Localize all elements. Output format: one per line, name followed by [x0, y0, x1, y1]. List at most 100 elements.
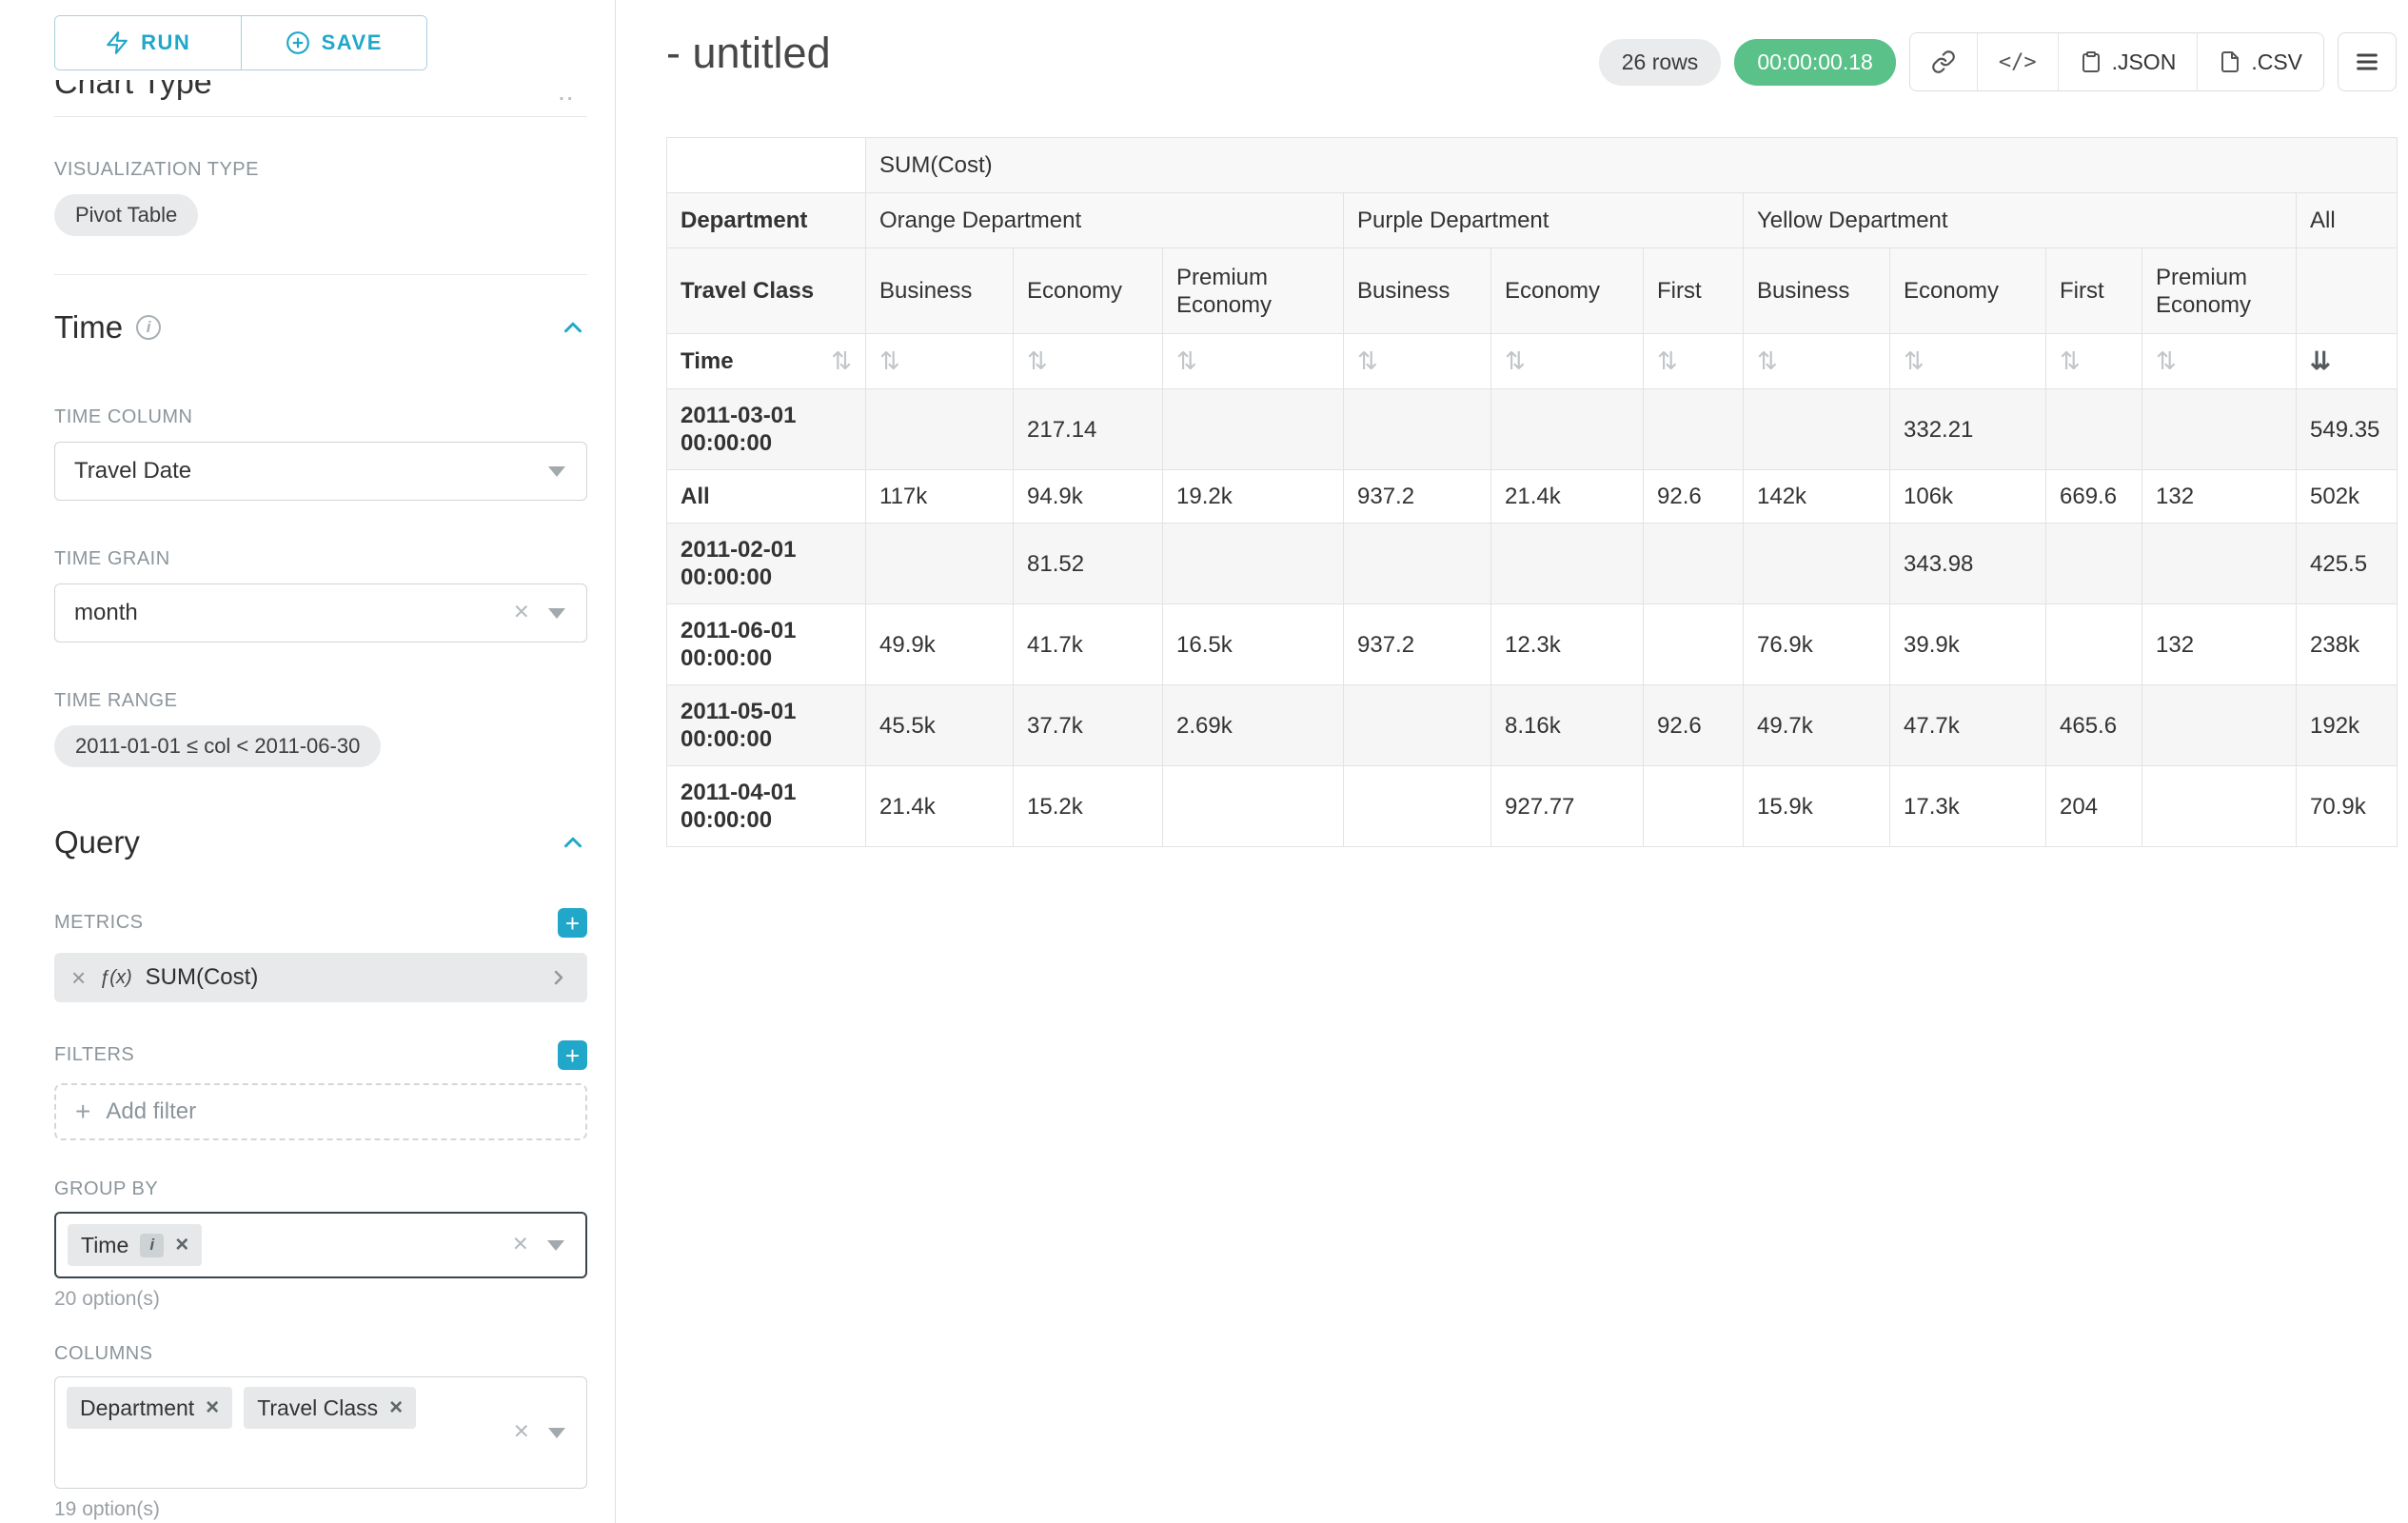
value-cell: 94.9k	[1014, 470, 1163, 524]
value-cell	[2142, 685, 2297, 766]
value-cell: 21.4k	[1491, 470, 1644, 524]
clear-icon[interactable]: ×	[514, 596, 529, 626]
table-row: 2011-06-01 00:00:0049.9k41.7k16.5k937.21…	[667, 604, 2398, 685]
visualization-type-pill[interactable]: Pivot Table	[54, 194, 198, 236]
chart-type-section-header: Chart Type ‥	[54, 80, 586, 109]
time-range-label: TIME RANGE	[54, 690, 586, 712]
sort-icon[interactable]: ⇅	[1027, 346, 1048, 375]
value-cell: 81.52	[1014, 524, 1163, 604]
metric-header-cell: SUM(Cost)	[866, 138, 2398, 193]
value-cell	[2046, 524, 2142, 604]
value-cell	[866, 389, 1014, 470]
value-cell	[1744, 389, 1890, 470]
pivot-table-container: SUM(Cost) Department Orange DepartmentPu…	[666, 137, 2408, 847]
chevron-up-icon[interactable]	[559, 313, 587, 342]
function-icon: ƒ(x)	[99, 967, 131, 989]
time-column-value: Travel Date	[74, 458, 191, 485]
table-row: 2011-02-01 00:00:0081.52343.98425.5	[667, 524, 2398, 604]
collapse-icon[interactable]: ‥	[558, 80, 577, 107]
add-filter-dropzone[interactable]: + Add filter	[54, 1083, 587, 1140]
run-button[interactable]: RUN	[55, 16, 241, 69]
clear-icon[interactable]: ×	[514, 1415, 529, 1446]
chevron-down-icon[interactable]	[548, 1428, 565, 1438]
sort-cell: ⇅	[1344, 334, 1491, 389]
pivot-groups-row: Department Orange DepartmentPurple Depar…	[667, 193, 2398, 248]
export-csv-button[interactable]: .CSV	[2197, 33, 2323, 90]
value-cell	[1344, 389, 1491, 470]
metric-name: SUM(Cost)	[146, 964, 259, 991]
value-cell	[2142, 389, 2297, 470]
subcolumn-header: Business	[866, 248, 1014, 334]
chevron-down-icon[interactable]	[548, 466, 565, 477]
sort-icon[interactable]: ⇅	[1657, 346, 1678, 375]
sort-icon[interactable]: ⇅	[1757, 346, 1778, 375]
query-section-header[interactable]: Query	[54, 824, 587, 860]
pivot-subcols-row: Travel Class BusinessEconomyPremium Econ…	[667, 248, 2398, 334]
value-cell: 132	[2142, 604, 2297, 685]
row-axis-label: Time	[681, 347, 734, 375]
sort-icon[interactable]: ⇅	[1357, 346, 1378, 375]
sort-icon[interactable]: ⇅	[2060, 346, 2081, 375]
info-icon[interactable]: i	[136, 315, 161, 340]
lightning-icon	[105, 30, 129, 55]
sort-icon[interactable]: ⇅	[1176, 346, 1197, 375]
remove-chip-icon[interactable]: ×	[175, 1232, 188, 1258]
plus-icon: +	[75, 1097, 90, 1127]
sort-icon[interactable]: ⇅	[2156, 346, 2177, 375]
file-icon	[2219, 50, 2241, 73]
value-cell: 76.9k	[1744, 604, 1890, 685]
save-button[interactable]: SAVE	[241, 16, 427, 69]
sort-icon[interactable]: ⇅	[1904, 346, 1924, 375]
export-csv-label: .CSV	[2251, 49, 2302, 75]
chevron-right-icon[interactable]	[547, 966, 570, 989]
value-cell	[1163, 766, 1344, 847]
export-json-button[interactable]: .JSON	[2058, 33, 2198, 90]
subcolumn-header: First	[1644, 248, 1744, 334]
plus-circle-icon	[286, 30, 310, 55]
time-grain-label: TIME GRAIN	[54, 548, 586, 570]
chevron-down-icon[interactable]	[548, 608, 565, 619]
time-section-header[interactable]: Time i	[54, 309, 587, 346]
add-metric-button[interactable]: +	[558, 908, 587, 938]
clear-icon[interactable]: ×	[513, 1228, 528, 1258]
columns-select[interactable]: Department× Travel Class× ×	[54, 1376, 587, 1489]
value-cell: 49.9k	[866, 604, 1014, 685]
value-cell	[1744, 524, 1890, 604]
chevron-down-icon[interactable]	[547, 1240, 564, 1251]
chevron-up-icon[interactable]	[559, 828, 587, 857]
divider	[54, 116, 587, 117]
selected-option-chip[interactable]: Department×	[67, 1387, 232, 1429]
embed-code-button[interactable]: </>	[1977, 33, 2058, 90]
time-grain-select[interactable]: month ×	[54, 583, 587, 643]
info-icon[interactable]: i	[140, 1234, 164, 1257]
copy-link-button[interactable]	[1910, 33, 1977, 90]
remove-metric-icon[interactable]: ×	[71, 963, 86, 993]
sort-icon[interactable]: ⇅	[879, 346, 900, 375]
table-row: 2011-04-01 00:00:0021.4k15.2k927.7715.9k…	[667, 766, 2398, 847]
time-range-pill[interactable]: 2011-01-01 ≤ col < 2011-06-30	[54, 725, 381, 767]
subcolumn-header: Premium Economy	[1163, 248, 1344, 334]
column-group-header: All	[2297, 193, 2398, 248]
value-cell	[2046, 389, 2142, 470]
columns-label: COLUMNS	[54, 1343, 586, 1365]
pivot-body: 2011-03-01 00:00:00217.14332.21549.35All…	[667, 389, 2398, 847]
row-header: 2011-02-01 00:00:00	[667, 524, 866, 604]
sort-icon-active[interactable]: ⇊	[2310, 346, 2331, 375]
metric-chip[interactable]: × ƒ(x) SUM(Cost)	[54, 953, 587, 1002]
sort-icon[interactable]: ⇅	[1505, 346, 1526, 375]
value-cell: 425.5	[2297, 524, 2398, 604]
sort-cell: ⇅	[1491, 334, 1644, 389]
subcolumn-header: Premium Economy	[2142, 248, 2297, 334]
more-options-button[interactable]	[2338, 32, 2397, 91]
remove-chip-icon[interactable]: ×	[206, 1394, 219, 1421]
remove-chip-icon[interactable]: ×	[389, 1394, 403, 1421]
value-cell: 106k	[1890, 470, 2046, 524]
group-by-select[interactable]: Timei× ×	[54, 1212, 587, 1278]
value-cell: 937.2	[1344, 470, 1491, 524]
time-column-select[interactable]: Travel Date	[54, 442, 587, 501]
add-filter-button[interactable]: +	[558, 1040, 587, 1070]
selected-option-chip[interactable]: Timei×	[68, 1224, 202, 1266]
row-header: 2011-06-01 00:00:00	[667, 604, 866, 685]
selected-option-chip[interactable]: Travel Class×	[244, 1387, 416, 1429]
sort-icon[interactable]: ⇅	[831, 347, 852, 375]
